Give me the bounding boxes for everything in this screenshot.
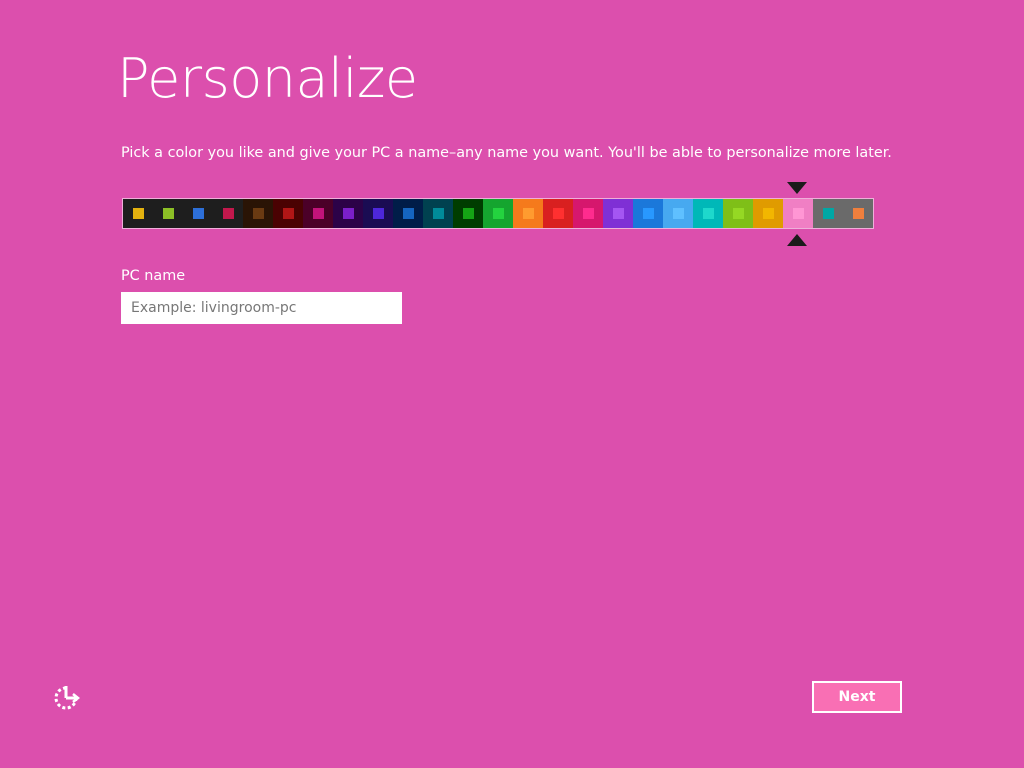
- color-swatch[interactable]: [513, 199, 543, 228]
- color-swatch-dot: [462, 208, 474, 219]
- color-swatch[interactable]: [633, 199, 663, 228]
- color-swatch-dot: [762, 208, 774, 219]
- color-swatch[interactable]: [663, 199, 693, 228]
- next-button[interactable]: Next: [812, 681, 902, 713]
- color-swatch[interactable]: [333, 199, 363, 228]
- color-swatch-dot: [612, 208, 624, 219]
- color-swatch-dot: [672, 208, 684, 219]
- color-swatch-dot: [522, 208, 534, 219]
- color-swatch-dot: [642, 208, 654, 219]
- color-swatch[interactable]: [543, 199, 573, 228]
- color-swatch[interactable]: [783, 199, 813, 228]
- color-swatch-dot: [402, 208, 414, 219]
- selected-color-marker-top: [787, 182, 807, 194]
- color-swatch-dot: [312, 208, 324, 219]
- color-swatch[interactable]: [243, 199, 273, 228]
- color-swatch[interactable]: [213, 199, 243, 228]
- page-title: Personalize: [117, 47, 418, 110]
- color-swatch[interactable]: [123, 199, 153, 228]
- color-swatch[interactable]: [483, 199, 513, 228]
- color-swatch[interactable]: [603, 199, 633, 228]
- color-swatch[interactable]: [303, 199, 333, 228]
- color-swatch[interactable]: [843, 199, 873, 228]
- color-swatch-dot: [252, 208, 264, 219]
- color-swatch[interactable]: [393, 199, 423, 228]
- selected-color-marker-bottom: [787, 234, 807, 246]
- color-swatch-dot: [282, 208, 294, 219]
- color-swatch[interactable]: [723, 199, 753, 228]
- page-subtitle: Pick a color you like and give your PC a…: [121, 145, 892, 161]
- color-swatch[interactable]: [813, 199, 843, 228]
- color-swatch[interactable]: [363, 199, 393, 228]
- color-swatch-dot: [192, 208, 204, 219]
- color-swatch[interactable]: [453, 199, 483, 228]
- color-swatch-dot: [852, 208, 864, 219]
- color-swatch-dot: [222, 208, 234, 219]
- pc-name-input[interactable]: [121, 292, 402, 324]
- color-swatch[interactable]: [753, 199, 783, 228]
- color-swatch-dot: [492, 208, 504, 219]
- color-swatch[interactable]: [423, 199, 453, 228]
- ease-of-access-icon[interactable]: [52, 684, 80, 712]
- color-swatch-dot: [582, 208, 594, 219]
- color-swatch-dot: [432, 208, 444, 219]
- color-swatch-dot: [372, 208, 384, 219]
- color-swatch[interactable]: [693, 199, 723, 228]
- color-palette: [122, 198, 874, 229]
- color-swatch[interactable]: [153, 199, 183, 228]
- color-swatch-dot: [822, 208, 834, 219]
- color-swatch-dot: [792, 208, 804, 219]
- color-swatch[interactable]: [273, 199, 303, 228]
- pc-name-label: PC name: [121, 268, 186, 284]
- color-swatch-dot: [552, 208, 564, 219]
- color-swatch-dot: [162, 208, 174, 219]
- color-swatch-dot: [132, 208, 144, 219]
- color-swatch[interactable]: [183, 199, 213, 228]
- color-swatch-dot: [702, 208, 714, 219]
- color-swatch-dot: [732, 208, 744, 219]
- color-swatch[interactable]: [573, 199, 603, 228]
- color-swatch-dot: [342, 208, 354, 219]
